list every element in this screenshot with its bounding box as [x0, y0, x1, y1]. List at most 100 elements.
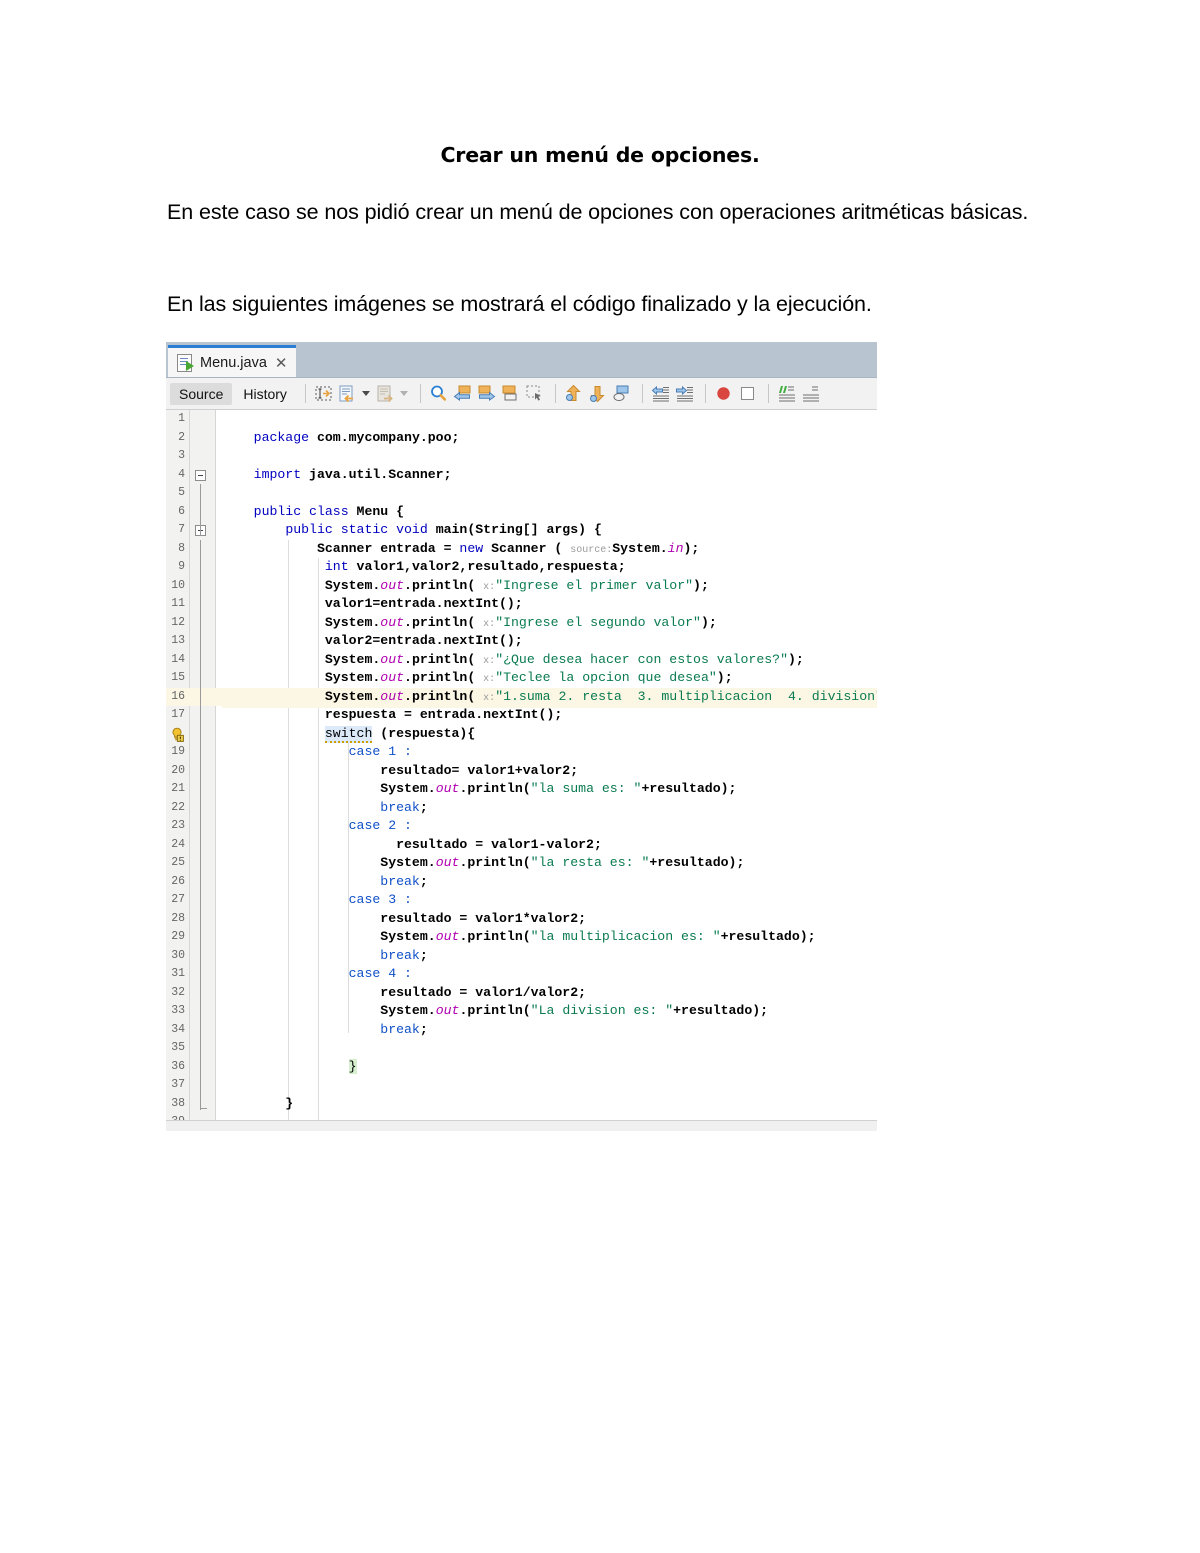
tab-source[interactable]: Source: [170, 382, 233, 405]
code-line[interactable]: 27 case 3 :: [166, 891, 877, 910]
code-line[interactable]: 26 break;: [166, 873, 877, 892]
toolbar-divider: [304, 384, 306, 403]
code-line[interactable]: 19 case 1 :: [166, 743, 877, 762]
code-text: break;: [380, 947, 428, 963]
line-number: 34: [171, 1022, 185, 1036]
code-line[interactable]: 32 resultado = valor1/valor2;: [166, 984, 877, 1003]
code-line[interactable]: 14 System.out.println( x:"¿Que desea hac…: [166, 651, 877, 670]
code-line[interactable]: 38 }: [166, 1095, 877, 1114]
previous-bookmark-icon[interactable]: [563, 383, 584, 404]
line-number: 29: [171, 930, 185, 943]
code-line[interactable]: 29 System.out.println("la multiplicacion…: [166, 928, 877, 947]
code-line[interactable]: 25 System.out.println("la resta es: "+re…: [166, 854, 877, 873]
line-number: 5: [178, 486, 185, 499]
line-number: 16: [171, 689, 185, 703]
code-line[interactable]: 9 int valor1,valor2,resultado,respuesta;: [166, 558, 877, 577]
code-line[interactable]: 3: [166, 447, 877, 466]
line-number: 23: [171, 819, 185, 832]
code-line[interactable]: 10 System.out.println( x:"Ingrese el pri…: [166, 577, 877, 596]
code-editor[interactable]: 12 package com.mycompany.poo; 3 4 import j…: [166, 410, 877, 1131]
code-line[interactable]: 7 public static void main(String[] args)…: [166, 521, 877, 540]
line-number: 35: [171, 1041, 185, 1054]
line-number: 7: [178, 523, 185, 536]
toolbar-divider: [704, 384, 706, 403]
code-line[interactable]: 6 public class Menu {: [166, 503, 877, 522]
chevron-down-icon[interactable]: [361, 391, 370, 396]
next-edit-icon: [375, 383, 396, 404]
line-number: 24: [171, 837, 185, 851]
code-line[interactable]: 15 System.out.println( x:"Teclee la opci…: [166, 669, 877, 688]
fold-guide-line: [200, 540, 201, 1110]
code-text: System.out.println("la suma es: "+result…: [222, 781, 737, 796]
line-number: 3: [178, 449, 185, 462]
line-number: 32: [171, 985, 185, 999]
toggle-rectangular-selection-icon[interactable]: [313, 383, 334, 404]
close-icon[interactable]: ✕: [275, 354, 288, 372]
fold-toggle-icon[interactable]: [195, 469, 206, 481]
code-text: resultado = valor1/valor2;: [222, 984, 587, 1000]
code-line[interactable]: 35: [166, 1039, 877, 1058]
last-edit-icon[interactable]: [337, 383, 358, 404]
toolbar-divider: [419, 384, 421, 403]
code-line[interactable]: 22 break;: [166, 799, 877, 818]
code-text: resultado = valor1-valor2;: [222, 836, 602, 852]
shift-left-icon[interactable]: [650, 383, 671, 404]
code-text: case 4 :: [348, 966, 412, 981]
warning-lightbulb-icon[interactable]: [169, 727, 185, 742]
code-text: System.out.println( x:"1.suma 2. resta 3…: [222, 687, 877, 708]
line-number: 9: [178, 560, 185, 573]
code-line[interactable]: switch (respuesta){: [166, 725, 877, 744]
select-rectangle-icon[interactable]: [524, 383, 545, 404]
code-line[interactable]: 34 break;: [166, 1021, 877, 1040]
editor-tab-strip: Menu.java ✕: [166, 342, 877, 378]
code-line[interactable]: 33 System.out.println("La division es: "…: [166, 1002, 877, 1021]
line-number: 2: [178, 430, 185, 444]
line-number: 14: [171, 652, 185, 666]
shift-right-icon[interactable]: [674, 383, 695, 404]
forward-icon[interactable]: [476, 383, 497, 404]
code-line[interactable]: 11 valor1=entrada.nextInt();: [166, 595, 877, 614]
code-line[interactable]: 20 resultado= valor1+valor2;: [166, 762, 877, 781]
next-bookmark-icon[interactable]: [587, 383, 608, 404]
code-line[interactable]: 13 valor2=entrada.nextInt();: [166, 632, 877, 651]
code-line[interactable]: 1: [166, 410, 877, 429]
code-line[interactable]: 12 System.out.println( x:"Ingrese el seg…: [166, 614, 877, 633]
code-line[interactable]: 37: [166, 1076, 877, 1095]
code-text: System.out.println("La division es: "+re…: [222, 1003, 769, 1018]
code-line[interactable]: 36 }: [166, 1058, 877, 1077]
code-text: respuesta = entrada.nextInt();: [222, 707, 563, 722]
line-number: 38: [171, 1096, 185, 1110]
toggle-breakpoint-icon[interactable]: [713, 383, 734, 404]
find-selection-icon[interactable]: [428, 383, 449, 404]
editor-tab-menu-java[interactable]: Menu.java ✕: [168, 345, 297, 377]
code-text: }: [348, 1058, 357, 1074]
code-line[interactable]: 23 case 2 :: [166, 817, 877, 836]
uncomment-icon[interactable]: [800, 383, 821, 404]
stop-icon[interactable]: [737, 383, 758, 404]
code-text: resultado = valor1*valor2;: [222, 910, 587, 926]
find-next-icon[interactable]: [500, 383, 521, 404]
code-line[interactable]: 31 case 4 :: [166, 965, 877, 984]
line-number: 36: [171, 1059, 185, 1073]
code-line[interactable]: 28 resultado = valor1*valor2;: [166, 910, 877, 929]
line-number: 33: [171, 1004, 185, 1017]
line-number: 28: [171, 911, 185, 925]
code-line[interactable]: 24 resultado = valor1-valor2;: [166, 836, 877, 855]
editor-toolbar: Source History: [166, 378, 877, 410]
code-line[interactable]: 21 System.out.println("la suma es: "+res…: [166, 780, 877, 799]
code-line[interactable]: 2 package com.mycompany.poo;: [166, 429, 877, 448]
code-line[interactable]: 16 System.out.println( x:"1.suma 2. rest…: [166, 687, 877, 708]
comment-icon[interactable]: [776, 383, 797, 404]
code-text: case 3 :: [348, 892, 412, 907]
code-line[interactable]: 30 break;: [166, 947, 877, 966]
code-line[interactable]: 8 Scanner entrada = new Scanner ( source…: [166, 540, 877, 559]
line-number: 27: [171, 893, 185, 906]
code-text: package com.mycompany.poo;: [253, 429, 460, 445]
tab-history[interactable]: History: [234, 383, 296, 405]
code-line[interactable]: 17 respuesta = entrada.nextInt();: [166, 706, 877, 725]
code-line[interactable]: 4 import java.util.Scanner;: [166, 466, 877, 485]
toggle-bookmark-icon[interactable]: [611, 383, 632, 404]
back-icon[interactable]: [452, 383, 473, 404]
code-line[interactable]: 5: [166, 484, 877, 503]
code-text: Scanner entrada = new Scanner ( source:S…: [222, 540, 700, 556]
